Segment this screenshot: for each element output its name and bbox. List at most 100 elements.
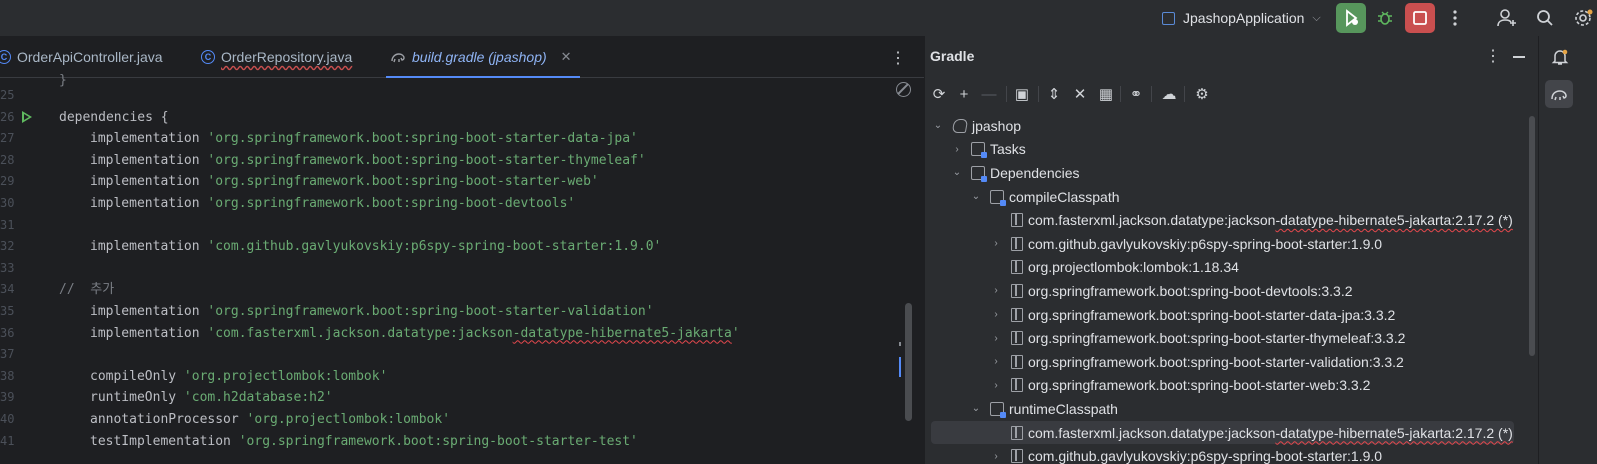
chevron-right-icon[interactable]: › — [952, 144, 962, 155]
library-icon — [1011, 213, 1023, 228]
java-class-icon: C — [201, 50, 215, 64]
tree-node-dependency[interactable]: › com.github.gavlyukovskiy:p6spy-spring-… — [931, 232, 1514, 256]
code-keyword: annotationProcessor — [90, 412, 247, 427]
tree-node-label: com.fasterxml.jackson.datatype:jackson-d… — [1028, 425, 1513, 441]
chevron-down-icon[interactable]: ⌄ — [952, 167, 962, 178]
collapse-all-icon[interactable]: ✕ — [1070, 84, 1090, 104]
line-number: 39 — [0, 390, 15, 405]
close-tab-icon[interactable]: ✕ — [561, 49, 572, 65]
code-string: 'org.springframework.boot:spring-boot-st… — [207, 152, 646, 168]
reload-icon[interactable]: ⟳ — [929, 84, 949, 104]
add-icon[interactable]: + — [954, 84, 974, 104]
code-area[interactable]: } 25 26 dependencies { 27 implementation… — [0, 73, 924, 464]
settings-button[interactable] — [1568, 3, 1597, 33]
dependency-name-error: -datatype-hibernate5-jakarta:2.17.2 (*) — [1275, 424, 1513, 441]
add-user-button[interactable] — [1492, 3, 1522, 33]
gradle-toolbar: ⟳ + — ▣ ⇕ ✕ ▦ ⚭ ☁ ⚙ — [925, 80, 1539, 108]
gradle-tool-button[interactable] — [1545, 80, 1573, 108]
tree-node-project[interactable]: ⌄ jpashop — [931, 114, 1514, 138]
tree-node-dependency[interactable]: › org.springframework.boot:spring-boot-s… — [931, 303, 1514, 327]
dependency-name: com.fasterxml.jackson.datatype:jackson — [1028, 212, 1276, 229]
tree-node-compile-classpath[interactable]: ⌄ compileClasspath — [931, 185, 1514, 209]
panel-options-icon[interactable]: ⋮ — [1485, 46, 1501, 66]
line-number: 25 — [0, 88, 15, 102]
toolbar-separator — [1038, 86, 1039, 102]
debug-button[interactable] — [1370, 3, 1400, 33]
tree-node-dependency[interactable]: › org.springframework.boot:spring-boot-s… — [931, 350, 1514, 374]
code-line: 37 — [0, 344, 900, 366]
run-icon — [1346, 9, 1358, 27]
library-icon — [1011, 331, 1023, 346]
chevron-down-icon: ⌵ — [1312, 11, 1321, 24]
gradle-scrollbar[interactable] — [1529, 116, 1535, 356]
line-number: 37 — [0, 347, 15, 362]
library-icon — [1011, 354, 1023, 369]
code-line: 38 compileOnly 'org.projectlombok:lombok… — [0, 366, 900, 388]
change-marker — [899, 342, 901, 346]
folder-icon — [971, 142, 987, 159]
tree-node-dependencies[interactable]: ⌄ Dependencies — [931, 161, 1514, 185]
tree-node-dependency[interactable]: com.fasterxml.jackson.datatype:jackson-d… — [931, 208, 1514, 232]
chevron-right-icon[interactable]: › — [991, 356, 1001, 367]
code-keyword: implementation — [90, 304, 208, 319]
library-icon — [1011, 307, 1023, 322]
tree-node-dependency[interactable]: › org.springframework.boot:spring-boot-d… — [931, 279, 1514, 303]
expand-all-icon[interactable]: ⇕ — [1044, 84, 1064, 104]
dependencies-analyzer-icon[interactable]: ▦ — [1096, 84, 1116, 104]
tree-node-label: org.springframework.boot:spring-boot-sta… — [1028, 306, 1396, 323]
chevron-down-icon[interactable]: ⌄ — [971, 191, 981, 202]
search-button[interactable] — [1530, 3, 1560, 33]
chevron-right-icon[interactable]: › — [991, 380, 1001, 391]
search-icon — [1537, 10, 1553, 26]
line-number: 30 — [0, 196, 15, 210]
analyze-icon[interactable]: ⚭ — [1126, 84, 1146, 104]
code-string: 'org.springframework.boot:spring-boot-st… — [238, 433, 638, 449]
chevron-right-icon[interactable]: › — [991, 285, 1001, 296]
tree-node-runtime-classpath[interactable]: ⌄ runtimeClasspath — [931, 397, 1514, 421]
tree-node-dependency[interactable]: › org.springframework.boot:spring-boot-s… — [931, 326, 1514, 350]
gradle-tree: ⌄ jpashop › Tasks ⌄ Dependencies ⌄ compi… — [925, 114, 1539, 464]
remove-icon[interactable]: — — [979, 84, 999, 104]
toolbar-separator — [1184, 86, 1185, 102]
code-editor: C OrderApiController.java C OrderReposit… — [0, 36, 924, 464]
line-number: 28 — [0, 152, 15, 167]
chevron-right-icon[interactable]: › — [991, 309, 1001, 320]
run-config-selector[interactable]: JpashopApplication ⌵ — [1162, 7, 1321, 29]
tree-node-dependency[interactable]: › org.springframework.boot:spring-boot-s… — [931, 374, 1514, 398]
tree-node-dependency[interactable]: › com.github.gavlyukovskiy:p6spy-spring-… — [931, 444, 1514, 464]
line-number: 35 — [0, 304, 15, 318]
editor-scrollbar[interactable] — [905, 303, 912, 421]
chevron-down-icon[interactable]: ⌄ — [971, 403, 981, 414]
code-string: 'org.springframework.boot:spring-boot-st… — [207, 131, 638, 147]
more-actions-button[interactable] — [1440, 3, 1470, 33]
line-number: 40 — [0, 412, 15, 426]
code-line: 36 implementation 'com.fasterxml.jackson… — [0, 323, 900, 345]
code-string: 'org.springframework.boot:spring-boot-de… — [207, 196, 576, 211]
gradle-settings-icon[interactable]: ⚙ — [1192, 84, 1212, 104]
code-line: 26 dependencies { — [0, 107, 900, 129]
code-keyword: runtimeOnly — [90, 390, 184, 406]
tabs-more-icon[interactable]: ⋮ — [890, 48, 906, 68]
code-string: 'org.springframework.boot:spring-boot-st… — [207, 304, 654, 319]
tree-node-dependency-selected[interactable]: com.fasterxml.jackson.datatype:jackson-d… — [931, 420, 1514, 445]
code-line: 35 implementation 'org.springframework.b… — [0, 301, 900, 323]
offline-mode-icon[interactable]: ☁ — [1159, 84, 1179, 104]
stop-button[interactable] — [1405, 3, 1435, 33]
notifications-button[interactable] — [1551, 48, 1569, 69]
minimize-icon[interactable] — [1513, 56, 1525, 58]
tree-node-tasks[interactable]: › Tasks — [931, 138, 1514, 162]
run-button[interactable] — [1336, 3, 1366, 33]
gradle-elephant-icon — [391, 53, 405, 63]
chevron-right-icon[interactable]: › — [991, 238, 1001, 249]
chevron-right-icon[interactable]: › — [991, 451, 1001, 462]
more-icon — [1453, 10, 1457, 26]
tree-node-label: Dependencies — [990, 164, 1080, 181]
chevron-down-icon[interactable]: ⌄ — [933, 120, 943, 131]
chevron-right-icon[interactable]: › — [991, 333, 1001, 344]
execute-task-icon[interactable]: ▣ — [1012, 84, 1032, 104]
tree-node-label: jpashop — [972, 117, 1022, 134]
change-marker — [899, 357, 901, 377]
tree-node-dependency[interactable]: org.projectlombok:lombok:1.18.34 — [931, 256, 1514, 280]
line-number: 38 — [0, 368, 15, 383]
code-line: 41 testImplementation 'org.springframewo… — [0, 431, 900, 453]
